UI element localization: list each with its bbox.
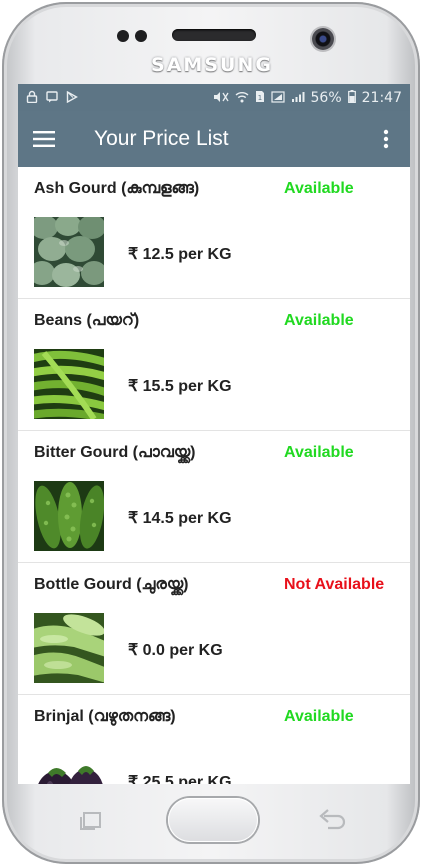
item-name: Bitter Gourd (പാവയ്ക്ക): [34, 444, 196, 461]
item-name: Beans (പയറ്): [34, 312, 140, 329]
screen: 1 56% 21:47 Your Price List Ash Gourd (ക…: [18, 84, 410, 784]
list-item[interactable]: Brinjal (വഴുതനങ്ങ) Available ₹ 25.5 per …: [18, 695, 410, 784]
list-item[interactable]: Bitter Gourd (പാവയ്ക്ക) Available ₹ 14.5…: [18, 431, 410, 563]
back-icon[interactable]: [318, 808, 348, 832]
brinjal-image: [34, 745, 104, 784]
signal-bars-icon: [291, 91, 305, 105]
item-price: ₹ 15.5 per KG: [128, 378, 232, 395]
item-price: ₹ 0.0 per KG: [128, 642, 223, 659]
wifi-icon: [235, 91, 249, 105]
hamburger-menu-icon[interactable]: [18, 111, 70, 167]
hardware-nav-bar: [2, 784, 422, 864]
availability-status: Available: [284, 312, 354, 329]
proximity-sensor: [117, 30, 129, 42]
page-title: Your Price List: [94, 127, 229, 150]
phone-frame: SAMSUNG 1 56% 21:47 Your Price List Ash …: [2, 2, 420, 864]
sim-icon: 1: [255, 90, 265, 105]
battery-icon: [347, 90, 356, 105]
item-price: ₹ 12.5 per KG: [128, 246, 232, 263]
item-name: Ash Gourd (കുമ്പളങ്ങ): [34, 180, 200, 197]
availability-status: Available: [284, 708, 354, 725]
battery-percent: 56%: [310, 89, 342, 106]
status-bar: 1 56% 21:47: [18, 84, 410, 111]
app-toolbar: Your Price List: [18, 111, 410, 167]
play-store-icon: [66, 90, 78, 105]
overflow-menu-icon[interactable]: [370, 111, 402, 167]
lock-icon: [26, 90, 38, 105]
light-sensor: [135, 30, 147, 42]
beans-image: [34, 349, 104, 419]
front-camera: [312, 28, 334, 50]
list-item[interactable]: Beans (പയറ്) Available ₹ 15.5 per KG: [18, 299, 410, 431]
home-button[interactable]: [168, 798, 258, 842]
price-list[interactable]: Ash Gourd (കുമ്പളങ്ങ) Available ₹ 12.5 p…: [18, 167, 410, 784]
bitter-gourd-image: [34, 481, 104, 551]
item-name: Brinjal (വഴുതനങ്ങ): [34, 708, 176, 725]
ash-gourd-image: [34, 217, 104, 287]
item-price: ₹ 14.5 per KG: [128, 510, 232, 527]
list-item[interactable]: Bottle Gourd (ചുരയ്ക്ക) Not Available ₹ …: [18, 563, 410, 695]
availability-status: Available: [284, 180, 354, 197]
item-price: ₹ 25.5 per KG: [128, 774, 232, 784]
mute-icon: [213, 91, 229, 105]
availability-status: Not Available: [284, 576, 385, 593]
clock: 21:47: [361, 89, 402, 106]
svg-text:1: 1: [257, 94, 261, 102]
bottle-gourd-image: [34, 613, 104, 683]
list-item[interactable]: Ash Gourd (കുമ്പളങ്ങ) Available ₹ 12.5 p…: [18, 167, 410, 299]
brand-logo: SAMSUNG: [151, 54, 273, 76]
recent-apps-icon[interactable]: [80, 812, 102, 830]
item-name: Bottle Gourd (ചുരയ്ക്ക): [34, 576, 189, 593]
message-icon: [46, 90, 58, 105]
availability-status: Available: [284, 444, 354, 461]
signal-icon: [270, 90, 285, 105]
earpiece-speaker: [172, 29, 256, 41]
